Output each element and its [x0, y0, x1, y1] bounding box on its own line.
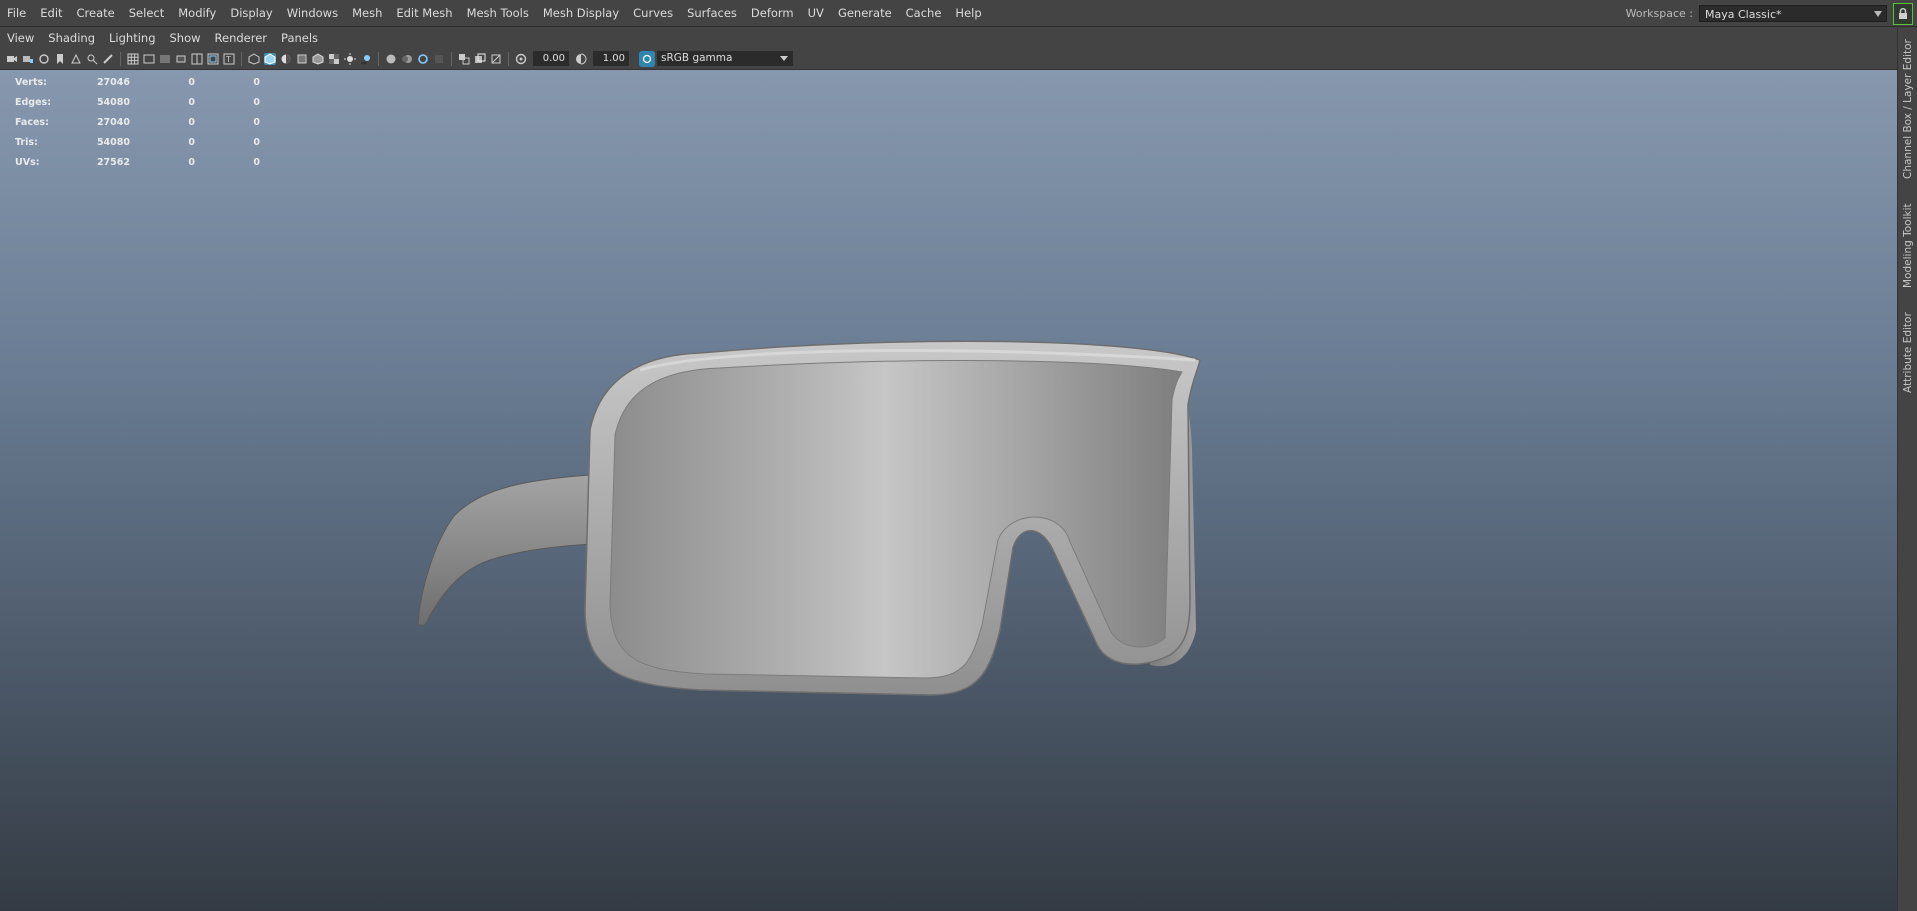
safe-action-icon[interactable] — [207, 53, 219, 65]
lock-icon — [1899, 7, 1907, 19]
color-management-icon — [642, 54, 652, 63]
depth-of-field-icon[interactable] — [433, 53, 445, 65]
toolbar-separator — [241, 51, 242, 66]
workspace-selector: Workspace : Maya Classic* — [1626, 0, 1917, 27]
2d-pan-zoom-icon[interactable] — [86, 53, 98, 65]
exposure-field[interactable]: 0.00 — [533, 51, 569, 66]
main-menu-bar: File Edit Create Select Modify Display W… — [0, 0, 1917, 27]
color-management-button[interactable] — [639, 50, 655, 67]
safe-title-icon[interactable]: T — [223, 53, 235, 65]
wireframe-icon[interactable] — [248, 52, 260, 65]
menu-edit[interactable]: Edit — [33, 1, 69, 25]
motion-blur-icon[interactable] — [401, 53, 413, 65]
view-transform-dropdown[interactable]: sRGB gamma — [657, 51, 793, 66]
menu-mesh-tools[interactable]: Mesh Tools — [460, 1, 536, 25]
panel-menu-lighting[interactable]: Lighting — [102, 28, 162, 48]
chevron-down-icon — [1874, 11, 1882, 17]
textured-icon[interactable] — [312, 52, 324, 65]
side-tab-strip: Channel Box / Layer Editor Modeling Tool… — [1897, 28, 1917, 911]
workspace-value: Maya Classic* — [1705, 8, 1782, 21]
temple-arm — [417, 474, 593, 626]
gate-mask-icon[interactable] — [175, 53, 187, 65]
panel-menu-panels[interactable]: Panels — [274, 28, 325, 48]
gamma-field[interactable]: 1.00 — [593, 51, 629, 66]
view-transform-value: sRGB gamma — [661, 52, 733, 64]
panel-menu-shading[interactable]: Shading — [41, 28, 102, 48]
camera-attributes-icon[interactable] — [38, 53, 50, 65]
screen-space-ao-icon[interactable] — [385, 53, 397, 65]
field-chart-icon[interactable] — [191, 53, 203, 65]
menu-curves[interactable]: Curves — [626, 1, 680, 25]
tab-channel-box-layer-editor[interactable]: Channel Box / Layer Editor — [1900, 34, 1916, 184]
menu-generate[interactable]: Generate — [831, 1, 899, 25]
checker-icon[interactable] — [328, 53, 340, 65]
lock-workspace-button[interactable] — [1893, 2, 1913, 25]
menu-uv[interactable]: UV — [801, 1, 831, 25]
bookmark-icon[interactable] — [54, 53, 66, 65]
isolate-select-icon[interactable] — [458, 53, 470, 65]
menu-help[interactable]: Help — [948, 1, 988, 25]
camera-icon[interactable] — [6, 53, 18, 65]
menu-windows[interactable]: Windows — [280, 1, 345, 25]
menu-file[interactable]: File — [0, 1, 33, 25]
default-material-icon[interactable] — [280, 53, 292, 65]
film-gate-icon[interactable] — [143, 53, 155, 65]
panel-menu-show[interactable]: Show — [163, 28, 208, 48]
menu-display[interactable]: Display — [223, 1, 279, 25]
svg-text:T: T — [225, 55, 231, 64]
workspace-label: Workspace : — [1625, 7, 1693, 20]
lights-icon[interactable] — [344, 52, 356, 65]
resolution-gate-icon[interactable] — [159, 53, 171, 65]
lock-camera-icon[interactable] — [22, 53, 34, 65]
shadows-icon[interactable] — [360, 53, 372, 65]
panel-menu-bar: View Shading Lighting Show Renderer Pane… — [0, 28, 1897, 48]
shaded-wireframe-icon[interactable] — [296, 53, 308, 65]
toolbar-separator — [508, 51, 509, 66]
menu-select[interactable]: Select — [122, 1, 171, 25]
3d-viewport[interactable]: Verts: 27046 0 0 Edges: 54080 0 0 Faces:… — [0, 70, 1897, 911]
menu-edit-mesh[interactable]: Edit Mesh — [389, 1, 459, 25]
menu-cache[interactable]: Cache — [899, 1, 949, 25]
menu-surfaces[interactable]: Surfaces — [680, 1, 744, 25]
workspace-dropdown[interactable]: Maya Classic* — [1699, 5, 1887, 22]
xray-active-components-icon[interactable] — [490, 53, 502, 65]
panel-menu-renderer[interactable]: Renderer — [208, 28, 275, 48]
gamma-icon[interactable] — [575, 53, 587, 65]
anti-aliasing-icon[interactable] — [417, 53, 429, 65]
sunglasses-model[interactable] — [0, 70, 1897, 911]
exposure-icon[interactable] — [515, 53, 527, 65]
toolbar-separator — [120, 51, 121, 66]
image-plane-icon[interactable] — [70, 53, 82, 65]
grid-icon[interactable] — [127, 53, 139, 65]
panel-toolbar: T 0.00 1.00 sRGB gamma — [0, 48, 1897, 70]
menu-deform[interactable]: Deform — [744, 1, 801, 25]
tab-attribute-editor[interactable]: Attribute Editor — [1900, 308, 1916, 398]
menu-modify[interactable]: Modify — [171, 1, 223, 25]
toolbar-separator — [451, 51, 452, 66]
chevron-down-icon — [780, 56, 788, 61]
menu-mesh-display[interactable]: Mesh Display — [536, 1, 626, 25]
grease-pencil-icon[interactable] — [102, 53, 114, 65]
panel-menu-view[interactable]: View — [0, 28, 41, 48]
toolbar-separator — [378, 51, 379, 66]
smooth-shade-icon[interactable] — [264, 52, 276, 65]
xray-icon[interactable] — [474, 53, 486, 65]
menu-mesh[interactable]: Mesh — [345, 1, 389, 25]
tab-modeling-toolkit[interactable]: Modeling Toolkit — [1900, 196, 1916, 296]
menu-create[interactable]: Create — [70, 1, 122, 25]
